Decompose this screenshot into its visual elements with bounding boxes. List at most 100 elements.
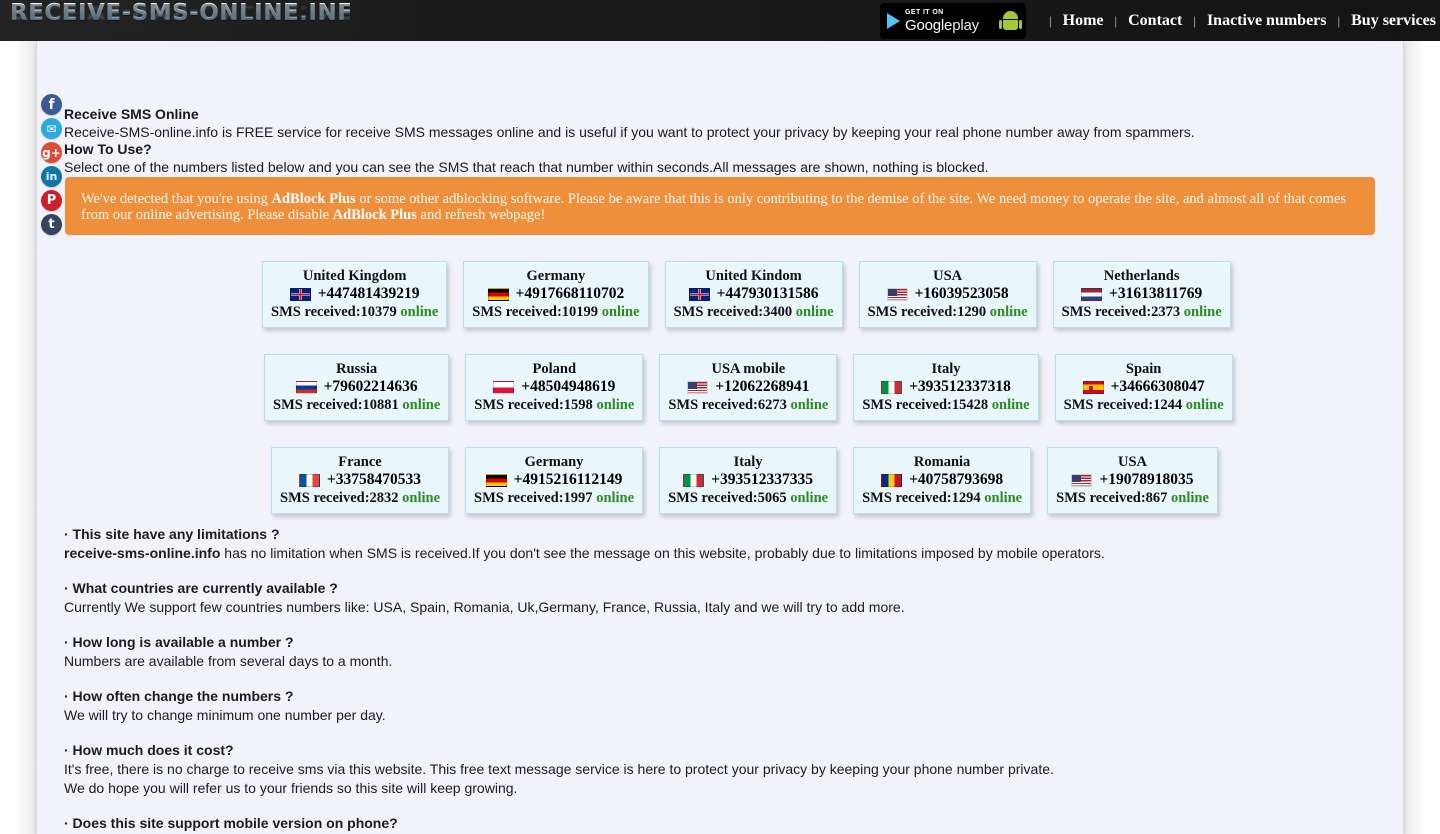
card-phone-number: +4917668110702 <box>515 285 625 302</box>
number-card[interactable]: USA +19078918035 SMS received:867 online <box>1047 447 1218 514</box>
card-phone-row: +447481439219 <box>271 285 438 303</box>
number-card[interactable]: USA +16039523058 SMS received:1290 online <box>858 261 1037 328</box>
number-card[interactable]: Russia +79602214636 SMS received:10881 onl… <box>264 354 450 421</box>
nav-item-home[interactable]: Home <box>1063 12 1104 30</box>
number-card[interactable]: Italy +393512337318 SMS received:15428 onl… <box>853 354 1039 421</box>
card-phone-number: +393512337318 <box>909 378 1011 395</box>
site-logo[interactable]: RECEIVE-SMS-ONLINE.INFO RECEIVE-SMS-ONLI… <box>10 0 350 41</box>
google-play-badge[interactable]: GET IT ON Googleplay <box>880 2 1027 39</box>
google-play-get-it-on: GET IT ON <box>905 8 944 16</box>
flag-gb-icon <box>289 287 311 301</box>
number-card[interactable]: Germany +4915216112149 SMS received:1997 o… <box>465 447 644 514</box>
google-play-word-google: Google <box>905 16 953 34</box>
number-card[interactable]: Poland +48504948619 SMS received:1598 onli… <box>465 354 644 421</box>
card-country-name: Spain <box>1125 361 1162 377</box>
faq-item: · This site have any limitations ? receiv… <box>64 525 1374 563</box>
card-online-badge: online <box>1171 490 1209 506</box>
howto-text: Select one of the numbers listed below a… <box>64 159 989 175</box>
flag-pl-icon <box>493 380 515 394</box>
faq-question: · This site have any limitations ? <box>64 526 280 542</box>
card-sms-label: SMS received:10881 <box>273 397 403 413</box>
google-plus-icon[interactable]: g+ <box>41 142 62 163</box>
card-online-badge: online <box>989 304 1028 320</box>
card-sms-status: SMS received:1598 online <box>474 396 634 414</box>
google-play-brand: Googleplay <box>905 18 979 33</box>
nav-separator: | <box>1193 12 1196 28</box>
card-country-name: United Kindom <box>705 268 802 284</box>
number-card[interactable]: Germany +4917668110702 SMS received:10199 … <box>463 261 649 328</box>
card-sms-label: SMS received:1997 <box>474 490 597 506</box>
card-sms-status: SMS received:1294 online <box>862 489 1022 507</box>
nav-item-contact[interactable]: Contact <box>1128 12 1182 30</box>
faq-answer: Currently We support few countries numbe… <box>64 599 905 615</box>
card-sms-label: SMS received:3400 <box>673 304 796 320</box>
card-online-badge: online <box>601 304 640 320</box>
card-online-badge: online <box>596 397 635 413</box>
card-phone-row: +48504948619 <box>474 378 634 396</box>
faq-answer: receive-sms-online.info has no limitatio… <box>64 545 1105 561</box>
card-phone-row: +34666308047 <box>1064 378 1224 396</box>
card-country-name: Italy <box>733 454 763 470</box>
faq-question: · How long is available a number ? <box>64 634 294 650</box>
linkedin-icon[interactable]: in <box>41 166 62 187</box>
card-phone-number: +4915216112149 <box>513 471 623 488</box>
card-sms-status: SMS received:867 online <box>1056 489 1209 507</box>
card-sms-label: SMS received:867 <box>1056 490 1172 506</box>
faq-item: · Does this site support mobile version … <box>64 814 1374 834</box>
tumblr-icon[interactable]: t <box>41 214 62 235</box>
card-phone-row: +4917668110702 <box>472 285 639 303</box>
card-online-badge: online <box>1183 304 1222 320</box>
card-country-name: Romania <box>913 454 971 470</box>
card-phone-row: +393512337335 <box>668 471 828 489</box>
google-play-text: GET IT ON Googleplay <box>905 9 979 33</box>
card-phone-row: +4915216112149 <box>474 471 634 489</box>
faq-answer-line-2: We do hope you will refer us to your fri… <box>64 780 518 796</box>
number-card-row: Russia +79602214636 SMS received:10881 onl… <box>264 354 1233 421</box>
card-phone-row: +19078918035 <box>1056 471 1209 489</box>
card-sms-label: SMS received:2373 <box>1061 304 1184 320</box>
card-sms-status: SMS received:1290 online <box>868 303 1028 321</box>
card-phone-number: +31613811769 <box>1109 285 1203 302</box>
number-card[interactable]: Italy +393512337335 SMS received:5065 onli… <box>659 447 838 514</box>
card-phone-number: +19078918035 <box>1099 471 1194 488</box>
card-country-name: USA mobile <box>711 361 786 377</box>
number-card[interactable]: France +33758470533 SMS received:2832 onli… <box>271 447 450 514</box>
facebook-icon[interactable]: f <box>41 94 62 115</box>
flag-es-icon <box>1082 380 1104 394</box>
card-country-name: Russia <box>336 361 378 377</box>
number-card[interactable]: United Kingdom +447481439219 SMS received:… <box>262 261 448 328</box>
nav-item-inactive-numbers[interactable]: Inactive numbers <box>1207 12 1327 30</box>
flag-us-icon <box>1071 473 1093 487</box>
flag-ru-icon <box>295 380 317 394</box>
card-sms-status: SMS received:2832 online <box>280 489 440 507</box>
nav-item-buy-services[interactable]: Buy services <box>1351 12 1436 30</box>
card-online-badge: online <box>596 490 635 506</box>
adblock-bold-2: AdBlock Plus <box>332 207 417 223</box>
faq-answer: It's free, there is no charge to receive… <box>64 761 1054 777</box>
number-card[interactable]: Netherlands +31613811769 SMS received:2373… <box>1052 261 1231 328</box>
adblock-bold-1: AdBlock Plus <box>271 191 356 207</box>
card-country-name: France <box>338 454 382 470</box>
google-play-triangle-icon <box>887 12 901 29</box>
faq-answer: We will try to change minimum one number… <box>64 707 386 723</box>
adblock-text-1: We've detected that you're using <box>81 191 272 207</box>
card-phone-row: +447930131586 <box>674 285 834 303</box>
nav-separator: | <box>1337 12 1341 28</box>
flag-de-icon <box>485 473 507 487</box>
pinterest-icon[interactable]: P <box>41 190 62 211</box>
twitter-icon[interactable]: ✉ <box>41 118 62 139</box>
card-sms-label: SMS received:6273 <box>668 397 791 413</box>
card-country-name: USA <box>1118 454 1148 470</box>
number-card[interactable]: Romania +40758793698 SMS received:1294 onl… <box>853 447 1032 514</box>
card-sms-status: SMS received:3400 online <box>674 303 834 321</box>
card-sms-label: SMS received:2832 <box>280 490 403 506</box>
intro-description: Receive-SMS-online.info is FREE service … <box>64 124 1195 140</box>
number-card[interactable]: United Kindom +447930131586 SMS received:3… <box>664 261 843 328</box>
card-phone-number: +33758470533 <box>326 471 422 488</box>
flag-us-icon <box>687 380 709 394</box>
number-card[interactable]: Spain +34666308047 SMS received:1244 onlin… <box>1054 354 1233 421</box>
number-card-row: France +33758470533 SMS received:2832 onli… <box>271 447 1218 514</box>
card-phone-number: +79602214636 <box>323 378 418 395</box>
logo-reflection: RECEIVE-SMS-ONLINE.INFO <box>10 1 350 22</box>
number-card[interactable]: USA mobile +12062268941 SMS received:6273 … <box>659 354 838 421</box>
